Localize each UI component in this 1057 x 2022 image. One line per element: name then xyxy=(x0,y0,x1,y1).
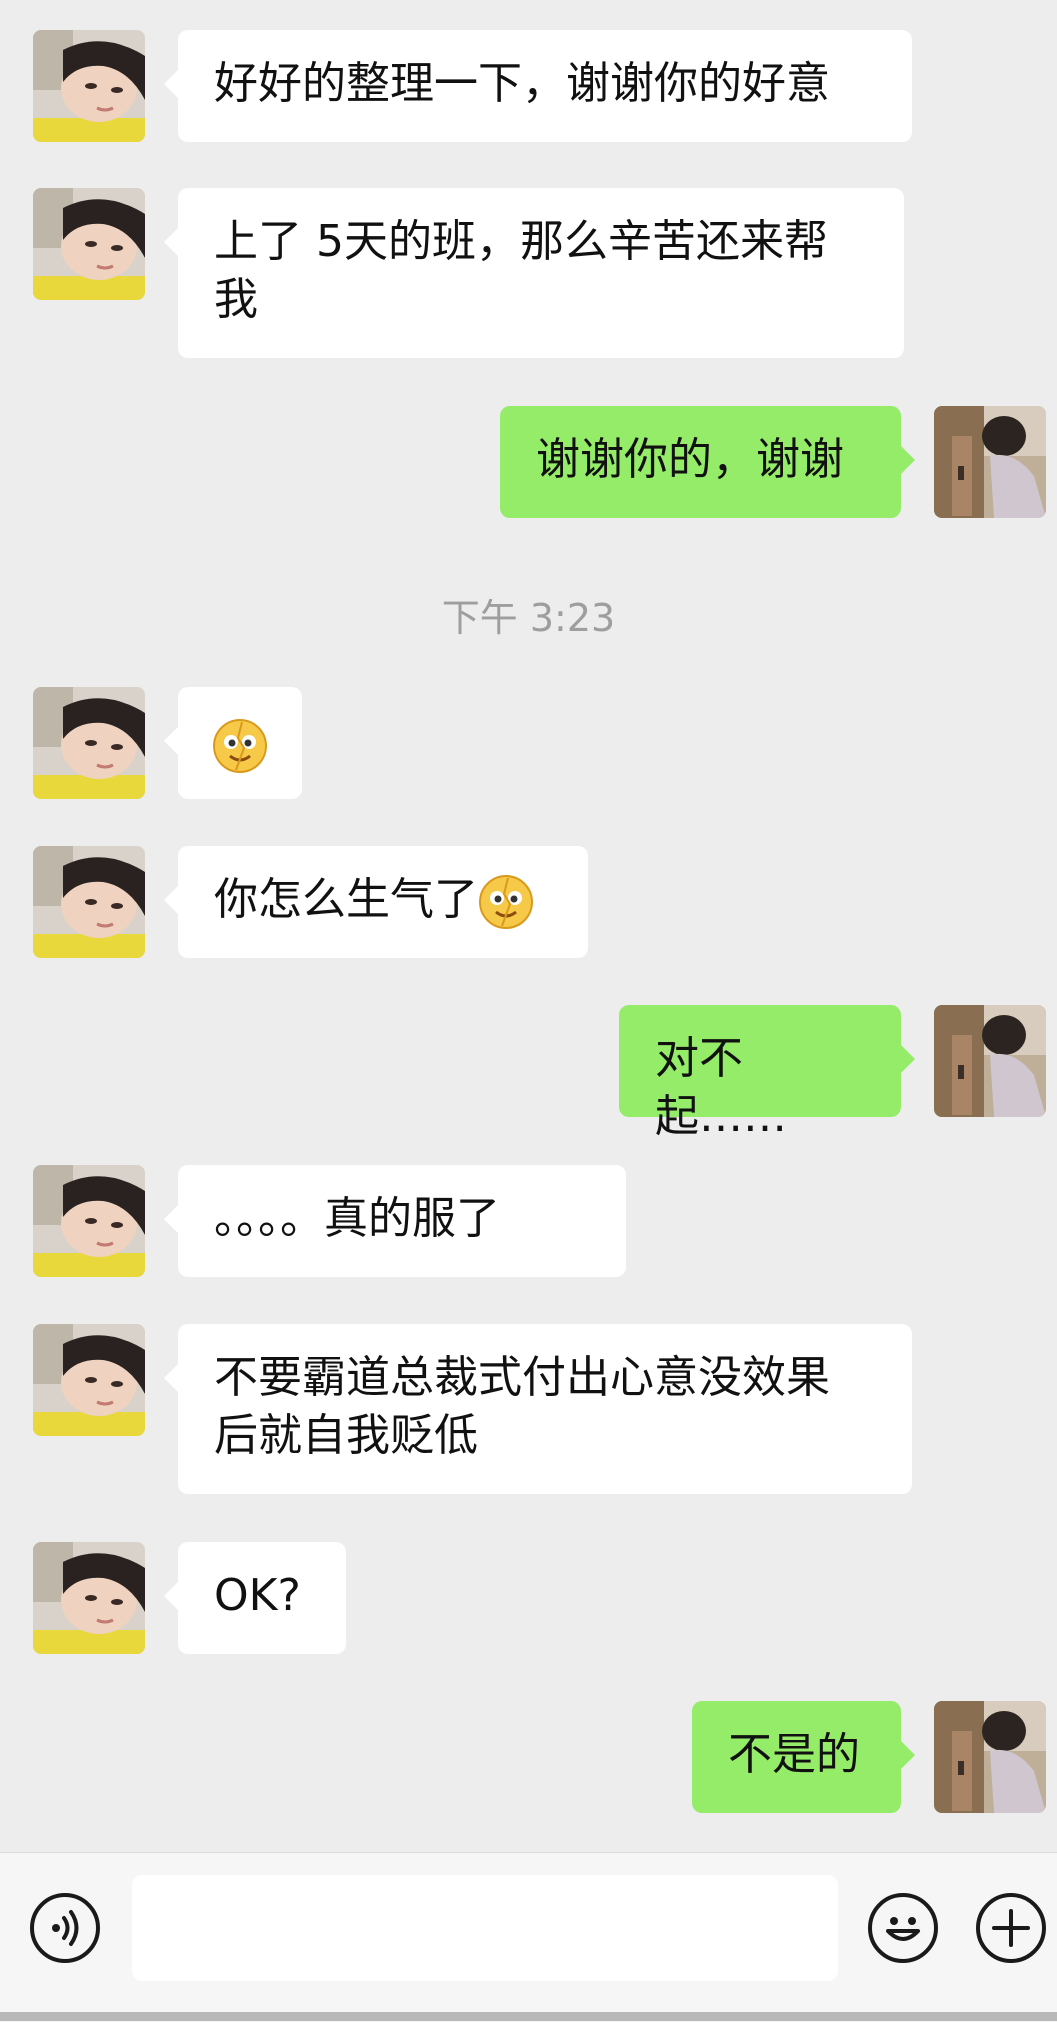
incoming-message-bubble[interactable] xyxy=(164,687,302,799)
incoming-message-bubble[interactable]: 好好的整理一下，谢谢你的好意 xyxy=(164,30,912,142)
plus-icon xyxy=(992,1909,1030,1947)
message-text: 不是的 xyxy=(728,1729,860,1780)
input-bar xyxy=(0,1852,1057,2022)
message-timestamp: 下午 3:23 xyxy=(441,596,616,640)
message-text: 你怎么生气了 xyxy=(214,874,478,925)
incoming-message-bubble[interactable]: 你怎么生气了 xyxy=(164,846,588,958)
voice-button[interactable] xyxy=(30,1893,100,1963)
message-text: 谢谢你的，谢谢 xyxy=(536,434,844,485)
emoji-button[interactable] xyxy=(868,1893,938,1963)
message-text-line: 上了 5天的班，那么辛苦还来帮 xyxy=(214,216,828,267)
chat-area[interactable]: 好好的整理一下，谢谢你的好意 上了 5天的班，那么辛苦还来帮 我 谢谢你的，谢谢… xyxy=(0,0,1057,1852)
message-text-line: 我 xyxy=(214,274,258,325)
contact-avatar[interactable] xyxy=(33,188,145,300)
message-text: 对不起…… xyxy=(655,1033,787,1142)
contact-avatar[interactable] xyxy=(33,30,145,142)
message-text-line: 不要霸道总裁式付出心意没效果 xyxy=(214,1352,830,1403)
outgoing-message-bubble[interactable]: 对不起…… xyxy=(619,1005,915,1142)
incoming-message-bubble[interactable]: OK? xyxy=(164,1542,346,1654)
voice-icon xyxy=(52,1910,79,1946)
outgoing-message-bubble[interactable]: 谢谢你的，谢谢 xyxy=(500,406,915,518)
contact-avatar[interactable] xyxy=(33,1324,145,1436)
message-text-line: 后就自我贬低 xyxy=(214,1410,478,1461)
contact-avatar[interactable] xyxy=(33,1542,145,1654)
contact-avatar[interactable] xyxy=(33,687,145,799)
grinning-face-emoji xyxy=(212,718,268,774)
message-text: 。。。。真的服了 xyxy=(214,1193,500,1244)
message-text: 好好的整理一下，谢谢你的好意 xyxy=(214,58,830,109)
my-avatar[interactable] xyxy=(934,1005,1046,1117)
emoji-icon xyxy=(886,1917,920,1941)
message-input[interactable] xyxy=(132,1875,838,1981)
incoming-message-bubble[interactable]: 不要霸道总裁式付出心意没效果 后就自我贬低 xyxy=(164,1324,912,1494)
my-avatar[interactable] xyxy=(934,406,1046,518)
bottom-edge xyxy=(0,2012,1057,2021)
incoming-message-bubble[interactable]: 上了 5天的班，那么辛苦还来帮 我 xyxy=(164,188,904,358)
incoming-message-bubble[interactable]: 。。。。真的服了 xyxy=(164,1165,626,1277)
my-avatar[interactable] xyxy=(934,1701,1046,1813)
outgoing-message-bubble[interactable]: 不是的 xyxy=(692,1701,915,1813)
grinning-face-emoji xyxy=(478,874,534,930)
message-text: OK? xyxy=(214,1570,301,1621)
contact-avatar[interactable] xyxy=(33,846,145,958)
contact-avatar[interactable] xyxy=(33,1165,145,1277)
more-button[interactable] xyxy=(976,1893,1046,1963)
